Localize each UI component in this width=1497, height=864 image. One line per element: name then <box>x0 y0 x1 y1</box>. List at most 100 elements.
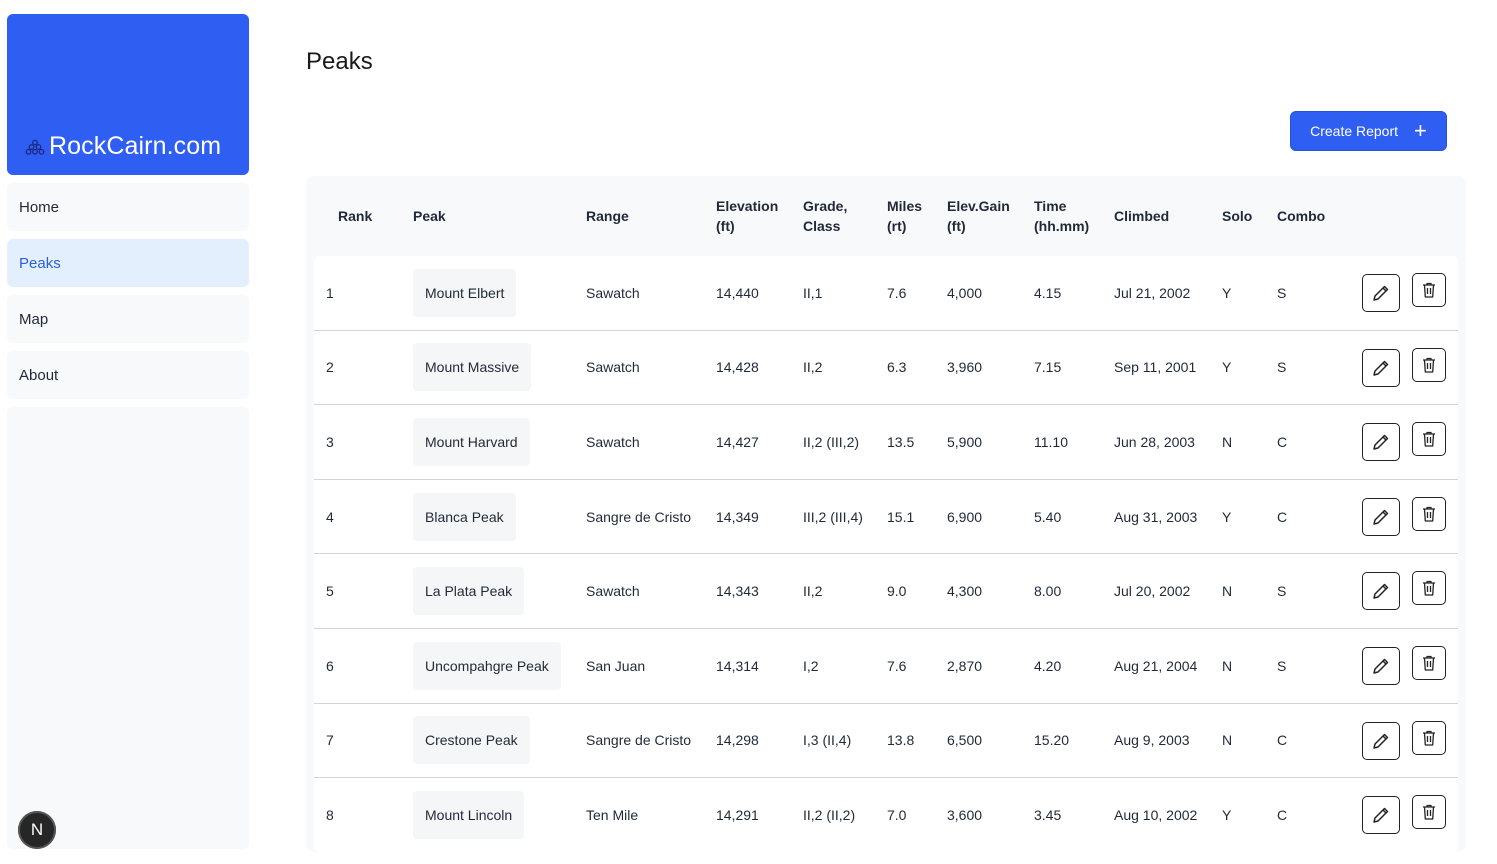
header-rank[interactable]: Rank <box>338 196 372 236</box>
cell-rank: 7 <box>326 732 334 749</box>
header-elevation[interactable]: Elevation (ft) <box>716 196 778 236</box>
delete-button[interactable] <box>1412 496 1446 531</box>
delete-button[interactable] <box>1412 347 1446 382</box>
table-row[interactable]: 5 La Plata Peak Sawatch 14,343 II,2 9.0 … <box>314 554 1458 629</box>
cell-solo: N <box>1222 732 1233 749</box>
table-row[interactable]: 2 Mount Massive Sawatch 14,428 II,2 6.3 … <box>314 331 1458 406</box>
cell-miles: 13.8 <box>887 732 915 749</box>
cell-elevation: 14,314 <box>716 657 759 674</box>
cell-grade: III,2 (III,4) <box>803 508 863 525</box>
cell-grade: II,2 (III,2) <box>803 433 860 450</box>
cell-range: Sangre de Cristo <box>586 732 692 749</box>
header-combo[interactable]: Combo <box>1277 196 1325 236</box>
pencil-icon <box>1373 434 1389 450</box>
header-grade[interactable]: Grade, Class <box>803 196 847 236</box>
cell-range: Ten Mile <box>586 806 639 823</box>
trash-icon <box>1423 357 1435 373</box>
cell-grade: I,2 <box>803 657 819 674</box>
edit-button[interactable] <box>1362 796 1400 835</box>
edit-button[interactable] <box>1362 497 1400 536</box>
cell-rank: 1 <box>326 284 334 301</box>
cell-rank: 2 <box>326 359 334 376</box>
delete-button[interactable] <box>1412 422 1446 457</box>
edit-button[interactable] <box>1362 646 1400 685</box>
cell-grade: II,1 <box>803 284 823 301</box>
nav-item-peaks[interactable]: Peaks <box>7 239 249 287</box>
cell-combo: S <box>1277 284 1287 301</box>
brand-logo[interactable]: RockCairn.com <box>7 14 249 175</box>
peak-name-chip[interactable]: Mount Elbert <box>413 268 517 317</box>
cell-range: San Juan <box>586 657 646 674</box>
nav-item-about[interactable]: About <box>7 351 249 399</box>
cell-elev-gain: 3,600 <box>947 806 983 823</box>
delete-button[interactable] <box>1412 273 1446 307</box>
delete-button[interactable] <box>1412 795 1446 830</box>
edit-button[interactable] <box>1362 348 1400 387</box>
cell-elevation: 14,428 <box>716 359 759 376</box>
cell-elevation: 14,343 <box>716 583 759 600</box>
table-row[interactable]: 6 Uncompahgre Peak San Juan 14,314 I,2 7… <box>314 629 1458 704</box>
cell-elevation: 14,291 <box>716 806 759 823</box>
nav-item-map[interactable]: Map <box>7 295 249 343</box>
cell-peak: Crestone Peak <box>413 704 530 778</box>
cell-miles: 13.5 <box>887 433 915 450</box>
next-dev-badge[interactable]: N <box>18 811 56 849</box>
cell-elev-gain: 6,900 <box>947 508 983 525</box>
header-peak[interactable]: Peak <box>413 196 446 236</box>
table-row[interactable]: 8 Mount Lincoln Ten Mile 14,291 II,2 (II… <box>314 778 1458 852</box>
cell-rank: 8 <box>326 806 334 823</box>
table-row[interactable]: 7 Crestone Peak Sangre de Cristo 14,298 … <box>314 704 1458 779</box>
table-body: 1 Mount Elbert Sawatch 14,440 II,1 7.6 4… <box>314 256 1458 852</box>
peak-name-chip[interactable]: Uncompahgre Peak <box>413 641 561 690</box>
cell-peak: Mount Lincoln <box>413 778 525 852</box>
header-time-line1: Time <box>1034 198 1067 214</box>
edit-button[interactable] <box>1362 274 1400 312</box>
trash-icon <box>1423 730 1435 746</box>
edit-button[interactable] <box>1362 721 1400 760</box>
cell-combo: C <box>1277 806 1288 823</box>
header-climbed[interactable]: Climbed <box>1114 196 1169 236</box>
cell-elevation: 14,349 <box>716 508 759 525</box>
header-solo[interactable]: Solo <box>1222 196 1252 236</box>
header-time[interactable]: Time (hh.mm) <box>1034 196 1089 236</box>
trash-icon <box>1423 655 1435 671</box>
header-elev-gain[interactable]: Elev.Gain (ft) <box>947 196 1010 236</box>
pencil-icon <box>1373 658 1389 674</box>
header-miles-line2: (rt) <box>887 218 907 234</box>
edit-button[interactable] <box>1362 423 1400 462</box>
delete-button[interactable] <box>1412 645 1446 680</box>
peak-name-chip[interactable]: La Plata Peak <box>413 567 525 616</box>
table-row[interactable]: 3 Mount Harvard Sawatch 14,427 II,2 (III… <box>314 405 1458 480</box>
table-row[interactable]: 4 Blanca Peak Sangre de Cristo 14,349 II… <box>314 480 1458 555</box>
cell-rank: 6 <box>326 657 334 674</box>
table-header: Rank Peak Range Elevation (ft) Grade, Clas… <box>306 176 1466 256</box>
cell-climbed: Jun 28, 2003 <box>1114 433 1195 450</box>
header-grade-line1: Grade, <box>803 198 848 214</box>
nav-item-home[interactable]: Home <box>7 183 249 231</box>
cell-grade: II,2 (II,2) <box>803 806 856 823</box>
cell-solo: Y <box>1222 508 1232 525</box>
cell-peak: Mount Elbert <box>413 256 517 330</box>
header-gain-line1: Elev.Gain <box>947 198 1010 214</box>
edit-button[interactable] <box>1362 572 1400 611</box>
peak-name-chip[interactable]: Mount Harvard <box>413 417 530 466</box>
cell-elev-gain: 3,960 <box>947 359 983 376</box>
cell-time: 5.40 <box>1034 508 1062 525</box>
table-row[interactable]: 1 Mount Elbert Sawatch 14,440 II,1 7.6 4… <box>314 256 1458 331</box>
header-range[interactable]: Range <box>586 196 629 236</box>
cell-miles: 7.0 <box>887 806 907 823</box>
peak-name-chip[interactable]: Mount Massive <box>413 343 532 392</box>
peak-name-chip[interactable]: Mount Lincoln <box>413 790 525 839</box>
create-report-button[interactable]: Create Report + <box>1290 111 1447 151</box>
peak-name-chip[interactable]: Crestone Peak <box>413 716 530 765</box>
cell-time: 4.20 <box>1034 657 1062 674</box>
delete-button[interactable] <box>1412 720 1446 755</box>
peak-name-chip[interactable]: Blanca Peak <box>413 492 516 541</box>
cell-time: 3.45 <box>1034 806 1062 823</box>
cell-climbed: Jul 20, 2002 <box>1114 583 1191 600</box>
cell-rank: 3 <box>326 433 334 450</box>
cell-range: Sawatch <box>586 284 640 301</box>
delete-button[interactable] <box>1412 571 1446 606</box>
header-miles[interactable]: Miles (rt) <box>887 196 922 236</box>
cell-peak: Mount Massive <box>413 331 532 405</box>
